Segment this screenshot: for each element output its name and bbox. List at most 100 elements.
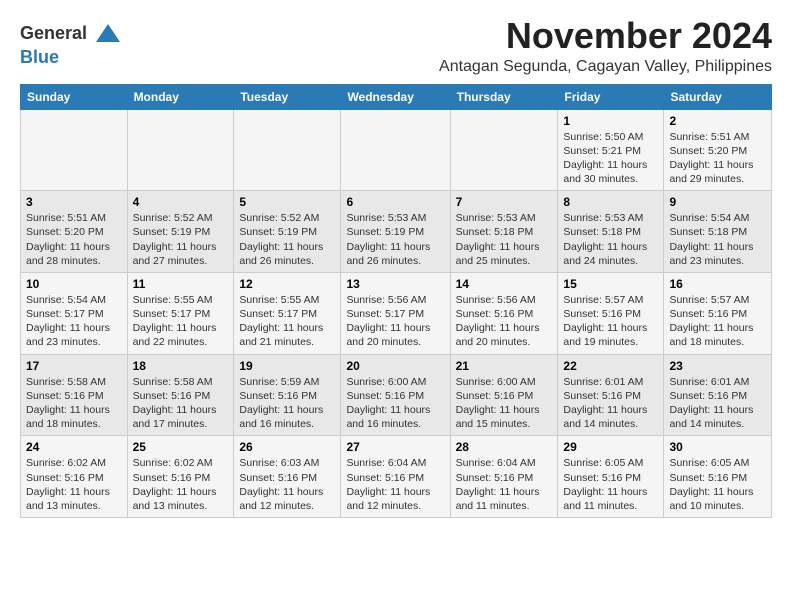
- day-info: Sunrise: 6:04 AM Sunset: 5:16 PM Dayligh…: [456, 456, 553, 513]
- calendar-cell: 8Sunrise: 5:53 AM Sunset: 5:18 PM Daylig…: [558, 191, 664, 273]
- calendar-cell: 29 Sunrise: 6:05 AM Sunset: 5:16 PM Dayli…: [558, 436, 664, 518]
- day-number: 1: [563, 114, 658, 128]
- calendar-cell: 4 Sunrise: 5:52 AM Sunset: 5:19 PM Daylig…: [127, 191, 234, 273]
- calendar-cell: 22 Sunrise: 6:01 AM Sunset: 5:16 PM Dayli…: [558, 354, 664, 436]
- calendar-cell: 20 Sunrise: 6:00 AM Sunset: 5:16 PM Dayli…: [341, 354, 450, 436]
- day-number: 13: [346, 277, 444, 291]
- day-number: 3: [26, 195, 122, 209]
- calendar-table: SundayMondayTuesdayWednesdayThursdayFrid…: [20, 84, 772, 518]
- calendar-cell: 2 Sunrise: 5:51 AM Sunset: 5:20 PM Daylig…: [664, 109, 772, 191]
- day-info: Sunrise: 5:55 AM Sunset: 5:17 PM Dayligh…: [239, 293, 335, 350]
- day-info: Sunrise: 6:05 AM Sunset: 5:16 PM Dayligh…: [563, 456, 658, 513]
- weekday-header: Monday: [127, 84, 234, 109]
- day-number: 15: [563, 277, 658, 291]
- day-info: Sunrise: 5:52 AM Sunset: 5:19 PM Dayligh…: [133, 211, 229, 268]
- calendar-cell: 9 Sunrise: 5:54 AM Sunset: 5:18 PM Daylig…: [664, 191, 772, 273]
- day-info: Sunrise: 6:05 AM Sunset: 5:16 PM Dayligh…: [669, 456, 766, 513]
- day-info: Sunrise: 5:56 AM Sunset: 5:16 PM Dayligh…: [456, 293, 553, 350]
- calendar-cell: 7 Sunrise: 5:53 AM Sunset: 5:18 PM Daylig…: [450, 191, 558, 273]
- calendar-cell: [127, 109, 234, 191]
- calendar-cell: 6 Sunrise: 5:53 AM Sunset: 5:19 PM Daylig…: [341, 191, 450, 273]
- calendar-cell: 11 Sunrise: 5:55 AM Sunset: 5:17 PM Dayli…: [127, 272, 234, 354]
- day-number: 2: [669, 114, 766, 128]
- calendar-cell: 10 Sunrise: 5:54 AM Sunset: 5:17 PM Dayli…: [21, 272, 128, 354]
- day-number: 24: [26, 440, 122, 454]
- calendar-cell: 21 Sunrise: 6:00 AM Sunset: 5:16 PM Dayli…: [450, 354, 558, 436]
- day-info: Sunrise: 5:54 AM Sunset: 5:18 PM Dayligh…: [669, 211, 766, 268]
- day-info: Sunrise: 5:53 AM Sunset: 5:19 PM Dayligh…: [346, 211, 444, 268]
- day-number: 19: [239, 359, 335, 373]
- day-info: Sunrise: 6:00 AM Sunset: 5:16 PM Dayligh…: [456, 375, 553, 432]
- weekday-header-row: SundayMondayTuesdayWednesdayThursdayFrid…: [21, 84, 772, 109]
- day-number: 30: [669, 440, 766, 454]
- calendar-cell: 16 Sunrise: 5:57 AM Sunset: 5:16 PM Dayli…: [664, 272, 772, 354]
- calendar-week-row: 24 Sunrise: 6:02 AM Sunset: 5:16 PM Dayli…: [21, 436, 772, 518]
- month-title: November 2024: [439, 16, 772, 56]
- weekday-header: Sunday: [21, 84, 128, 109]
- calendar-cell: 23 Sunrise: 6:01 AM Sunset: 5:16 PM Dayli…: [664, 354, 772, 436]
- weekday-header: Saturday: [664, 84, 772, 109]
- day-number: 6: [346, 195, 444, 209]
- day-info: Sunrise: 5:57 AM Sunset: 5:16 PM Dayligh…: [669, 293, 766, 350]
- calendar-week-row: 3Sunrise: 5:51 AM Sunset: 5:20 PM Daylig…: [21, 191, 772, 273]
- day-number: 16: [669, 277, 766, 291]
- day-info: Sunrise: 5:52 AM Sunset: 5:19 PM Dayligh…: [239, 211, 335, 268]
- day-number: 20: [346, 359, 444, 373]
- calendar-week-row: 10 Sunrise: 5:54 AM Sunset: 5:17 PM Dayli…: [21, 272, 772, 354]
- day-info: Sunrise: 5:57 AM Sunset: 5:16 PM Dayligh…: [563, 293, 658, 350]
- calendar-cell: 27 Sunrise: 6:04 AM Sunset: 5:16 PM Dayli…: [341, 436, 450, 518]
- day-info: Sunrise: 5:56 AM Sunset: 5:17 PM Dayligh…: [346, 293, 444, 350]
- weekday-header: Tuesday: [234, 84, 341, 109]
- calendar-cell: 1 Sunrise: 5:50 AM Sunset: 5:21 PM Daylig…: [558, 109, 664, 191]
- calendar-week-row: 1 Sunrise: 5:50 AM Sunset: 5:21 PM Daylig…: [21, 109, 772, 191]
- calendar-cell: 12 Sunrise: 5:55 AM Sunset: 5:17 PM Dayli…: [234, 272, 341, 354]
- calendar-cell: 26Sunrise: 6:03 AM Sunset: 5:16 PM Dayli…: [234, 436, 341, 518]
- calendar-cell: [450, 109, 558, 191]
- day-info: Sunrise: 5:54 AM Sunset: 5:17 PM Dayligh…: [26, 293, 122, 350]
- logo: General Blue: [20, 20, 122, 68]
- day-number: 8: [563, 195, 658, 209]
- day-number: 29: [563, 440, 658, 454]
- day-number: 28: [456, 440, 553, 454]
- day-number: 12: [239, 277, 335, 291]
- calendar-week-row: 17 Sunrise: 5:58 AM Sunset: 5:16 PM Dayli…: [21, 354, 772, 436]
- day-info: Sunrise: 6:04 AM Sunset: 5:16 PM Dayligh…: [346, 456, 444, 513]
- day-info: Sunrise: 5:55 AM Sunset: 5:17 PM Dayligh…: [133, 293, 229, 350]
- day-info: Sunrise: 6:03 AM Sunset: 5:16 PM Dayligh…: [239, 456, 335, 513]
- calendar-cell: 30 Sunrise: 6:05 AM Sunset: 5:16 PM Dayli…: [664, 436, 772, 518]
- calendar-cell: 18Sunrise: 5:58 AM Sunset: 5:16 PM Dayli…: [127, 354, 234, 436]
- logo-blue: Blue: [20, 47, 59, 67]
- title-block: November 2024 Antagan Segunda, Cagayan V…: [439, 16, 772, 76]
- day-info: Sunrise: 6:02 AM Sunset: 5:16 PM Dayligh…: [133, 456, 229, 513]
- weekday-header: Friday: [558, 84, 664, 109]
- day-number: 11: [133, 277, 229, 291]
- calendar-cell: 19Sunrise: 5:59 AM Sunset: 5:16 PM Dayli…: [234, 354, 341, 436]
- calendar-cell: [234, 109, 341, 191]
- day-number: 23: [669, 359, 766, 373]
- day-number: 27: [346, 440, 444, 454]
- day-info: Sunrise: 5:53 AM Sunset: 5:18 PM Dayligh…: [456, 211, 553, 268]
- day-number: 25: [133, 440, 229, 454]
- day-number: 22: [563, 359, 658, 373]
- day-number: 21: [456, 359, 553, 373]
- day-number: 10: [26, 277, 122, 291]
- calendar-cell: 25 Sunrise: 6:02 AM Sunset: 5:16 PM Dayli…: [127, 436, 234, 518]
- page-header: General Blue November 2024 Antagan Segun…: [20, 16, 772, 76]
- day-number: 7: [456, 195, 553, 209]
- day-info: Sunrise: 6:01 AM Sunset: 5:16 PM Dayligh…: [563, 375, 658, 432]
- day-number: 9: [669, 195, 766, 209]
- weekday-header: Thursday: [450, 84, 558, 109]
- day-number: 18: [133, 359, 229, 373]
- day-number: 4: [133, 195, 229, 209]
- day-number: 17: [26, 359, 122, 373]
- day-info: Sunrise: 6:01 AM Sunset: 5:16 PM Dayligh…: [669, 375, 766, 432]
- day-info: Sunrise: 5:50 AM Sunset: 5:21 PM Dayligh…: [563, 130, 658, 187]
- calendar-cell: [21, 109, 128, 191]
- day-info: Sunrise: 5:51 AM Sunset: 5:20 PM Dayligh…: [669, 130, 766, 187]
- logo-general: General: [20, 23, 87, 43]
- calendar-cell: 3Sunrise: 5:51 AM Sunset: 5:20 PM Daylig…: [21, 191, 128, 273]
- day-info: Sunrise: 6:00 AM Sunset: 5:16 PM Dayligh…: [346, 375, 444, 432]
- calendar-cell: 14Sunrise: 5:56 AM Sunset: 5:16 PM Dayli…: [450, 272, 558, 354]
- day-info: Sunrise: 5:58 AM Sunset: 5:16 PM Dayligh…: [26, 375, 122, 432]
- calendar-cell: [341, 109, 450, 191]
